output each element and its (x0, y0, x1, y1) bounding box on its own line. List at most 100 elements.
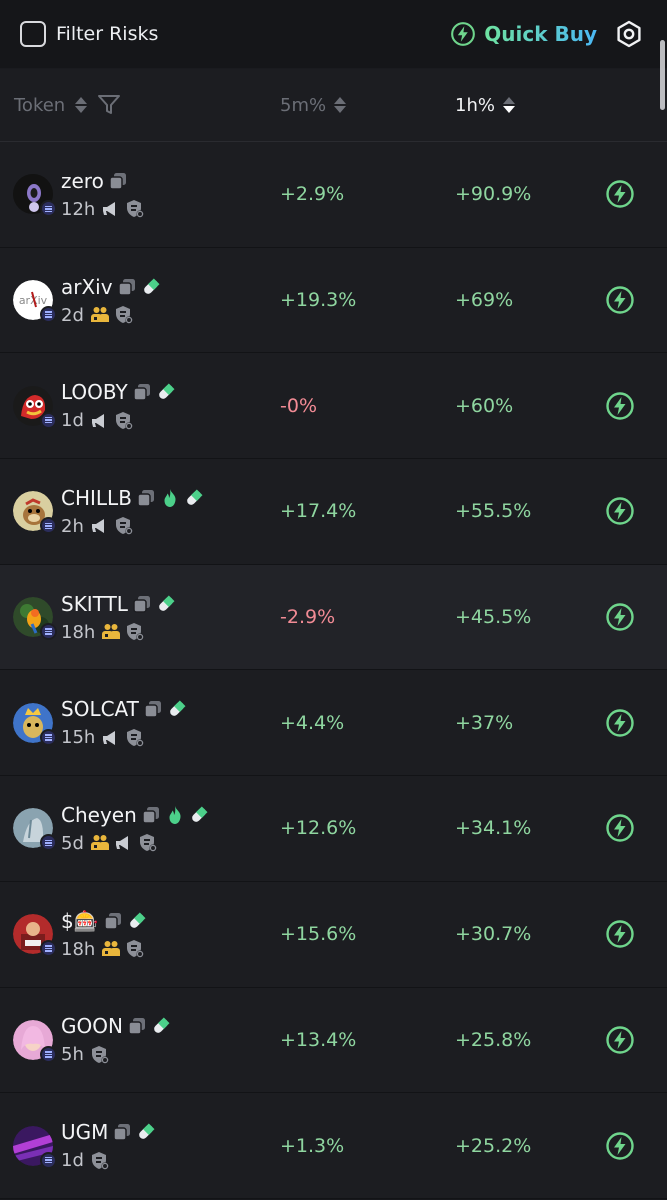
shield-icon (138, 833, 158, 853)
pill-icon (189, 805, 209, 825)
change-5m: +13.4% (280, 1028, 357, 1051)
table-row[interactable]: $🎰 18h +15.6% +30.7% (0, 881, 667, 988)
table-row[interactable]: LOOBY 1d -0% +60% (0, 353, 667, 460)
people-icon (101, 622, 121, 642)
token-name: CHILLB (61, 485, 132, 510)
settings-gear-icon[interactable] (615, 20, 643, 48)
copy-icon[interactable] (103, 911, 123, 931)
token-name: SKITTL (61, 591, 128, 616)
token-age: 2d (61, 304, 84, 326)
quick-buy-button[interactable]: Quick Buy (450, 21, 597, 47)
quick-buy-bolt-icon[interactable] (605, 285, 635, 315)
change-5m: +2.9% (280, 183, 345, 206)
filter-risks-label: Filter Risks (56, 23, 159, 45)
shield-icon (125, 939, 145, 959)
top-bar: Filter Risks Quick Buy (0, 0, 667, 68)
table-row[interactable]: UGM 1d +1.3% +25.2% (0, 1093, 667, 1199)
solana-chain-icon (40, 728, 57, 746)
filter-risks-toggle[interactable]: Filter Risks (20, 21, 158, 47)
shield-icon (125, 622, 145, 642)
token-name: $🎰 (61, 908, 99, 933)
token-list: zero 12h +2.9% +90.9% arXiv arXiv 2d +19… (0, 142, 667, 1199)
copy-icon[interactable] (132, 382, 152, 402)
token-name: arXiv (61, 274, 113, 299)
token-name: Cheyen (61, 802, 137, 827)
solana-chain-icon (40, 517, 57, 535)
quick-buy-bolt-icon[interactable] (605, 179, 635, 209)
scrollbar[interactable] (660, 40, 665, 110)
table-row[interactable]: arXiv arXiv 2d +19.3% +69% (0, 247, 667, 354)
pill-icon (156, 594, 176, 614)
megaphone-icon (101, 728, 121, 748)
quick-buy-bolt-icon[interactable] (605, 602, 635, 632)
sort-1h-icon[interactable] (502, 97, 515, 113)
token-name: GOON (61, 1014, 123, 1039)
quick-buy-bolt-icon (450, 21, 476, 47)
header-1h[interactable]: 1h% (455, 95, 495, 116)
quick-buy-bolt-icon[interactable] (605, 496, 635, 526)
table-row[interactable]: Cheyen 5d +12.6% +34.1% (0, 776, 667, 882)
copy-icon[interactable] (108, 171, 128, 191)
copy-icon[interactable] (141, 805, 161, 825)
megaphone-icon (90, 516, 110, 536)
pill-icon (167, 699, 187, 719)
fire-icon (160, 488, 180, 508)
change-5m: +1.3% (280, 1134, 345, 1157)
table-row[interactable]: SKITTL 18h -2.9% +45.5% (0, 564, 667, 671)
change-5m: +15.6% (280, 923, 357, 946)
quick-buy-bolt-icon[interactable] (605, 813, 635, 843)
token-age: 5h (61, 1044, 84, 1066)
shield-icon (114, 305, 134, 325)
pill-icon (127, 911, 147, 931)
solana-chain-icon (40, 200, 57, 218)
sort-token-icon[interactable] (75, 97, 88, 113)
quick-buy-bolt-icon[interactable] (605, 1025, 635, 1055)
copy-icon[interactable] (112, 1122, 132, 1142)
change-5m: +12.6% (280, 817, 357, 840)
shield-icon (114, 516, 134, 536)
table-row[interactable]: GOON 5h +13.4% +25.8% (0, 987, 667, 1094)
pill-icon (184, 488, 204, 508)
pill-icon (136, 1122, 156, 1142)
copy-icon[interactable] (136, 488, 156, 508)
shield-icon (125, 728, 145, 748)
header-5m[interactable]: 5m% (280, 95, 326, 116)
quick-buy-bolt-icon[interactable] (605, 919, 635, 949)
solana-chain-icon (40, 1045, 57, 1063)
header-token[interactable]: Token (14, 95, 65, 116)
change-5m: +19.3% (280, 289, 357, 312)
pill-icon (141, 277, 161, 297)
change-1h: +55.5% (455, 500, 532, 523)
table-row[interactable]: CHILLB 2h +17.4% +55.5% (0, 459, 667, 565)
change-5m: +4.4% (280, 711, 345, 734)
copy-icon[interactable] (143, 699, 163, 719)
copy-icon[interactable] (132, 594, 152, 614)
filter-funnel-icon[interactable] (97, 94, 121, 116)
quick-buy-bolt-icon[interactable] (605, 391, 635, 421)
people-icon (90, 833, 110, 853)
change-1h: +69% (455, 289, 514, 312)
quick-buy-label: Quick Buy (484, 22, 597, 46)
solana-chain-icon (40, 1151, 57, 1169)
change-5m: +17.4% (280, 500, 357, 523)
quick-buy-bolt-icon[interactable] (605, 708, 635, 738)
change-5m: -0% (280, 394, 317, 417)
sort-5m-icon[interactable] (334, 97, 347, 113)
change-1h: +25.8% (455, 1028, 532, 1051)
filter-risks-checkbox[interactable] (20, 21, 46, 47)
token-name: zero (61, 168, 104, 193)
copy-icon[interactable] (117, 277, 137, 297)
pill-icon (151, 1016, 171, 1036)
table-row[interactable]: zero 12h +2.9% +90.9% (0, 142, 667, 248)
quick-buy-bolt-icon[interactable] (605, 1131, 635, 1161)
shield-icon (125, 199, 145, 219)
copy-icon[interactable] (127, 1016, 147, 1036)
solana-chain-icon (40, 940, 57, 958)
token-age: 15h (61, 727, 96, 749)
change-1h: +34.1% (455, 817, 532, 840)
solana-chain-icon (40, 306, 57, 324)
table-row[interactable]: SOLCAT 15h +4.4% +37% (0, 670, 667, 777)
token-name: UGM (61, 1120, 109, 1145)
token-age: 18h (61, 621, 96, 643)
people-icon (90, 305, 110, 325)
